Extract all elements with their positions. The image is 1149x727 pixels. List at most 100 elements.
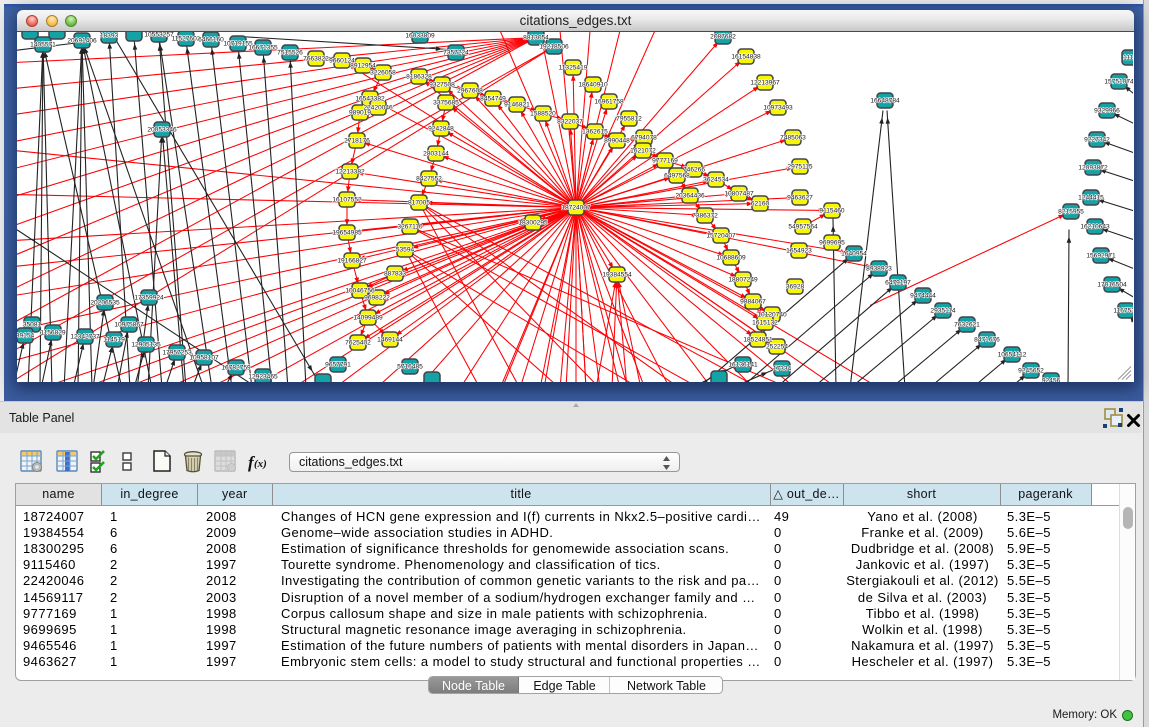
svg-text:2718176: 2718176 [344,138,370,145]
svg-text:7632621: 7632621 [954,322,980,329]
svg-text:1621072: 1621072 [630,148,656,155]
svg-text:9474444: 9474444 [910,293,936,300]
svg-text:18724007: 18724007 [561,205,591,212]
svg-text:9115460: 9115460 [819,208,845,215]
svg-text:16033809: 16033809 [405,33,435,40]
svg-text:1156829: 1156829 [40,330,66,337]
svg-text:15692971: 15692971 [1086,253,1116,260]
svg-text:6466160: 6466160 [198,37,224,44]
svg-text:9245652: 9245652 [1018,368,1044,375]
svg-text:8186328: 8186328 [406,74,432,81]
svg-text:92456: 92456 [1042,378,1061,382]
svg-text:1588520: 1588520 [530,111,556,118]
svg-text:18300295: 18300295 [518,220,548,227]
svg-text:8427552: 8427552 [416,176,442,183]
svg-text:746266: 746266 [683,167,705,174]
svg-text:3375685: 3375685 [433,100,459,107]
svg-text:6479197: 6479197 [885,280,911,287]
svg-text:7625402: 7625402 [345,340,371,347]
svg-text:16782759: 16782759 [221,365,251,372]
svg-text:9329966: 9329966 [1094,108,1120,115]
svg-text:8813054: 8813054 [523,35,549,42]
svg-text:7485063: 7485063 [780,135,806,142]
svg-text:3624534: 3624534 [703,177,729,184]
svg-text:9777169: 9777169 [652,158,678,165]
svg-text:887833: 887833 [384,271,406,278]
svg-text:9146821: 9146821 [504,102,530,109]
svg-text:17016504: 17016504 [1097,282,1127,289]
svg-text:1244415: 1244415 [1078,195,1104,202]
svg-text:1615132: 1615132 [752,320,778,327]
svg-text:17334: 17334 [773,366,792,373]
svg-text:1112: 1112 [1123,55,1133,62]
svg-text:6794078: 6794078 [631,135,657,142]
svg-text:22420046: 22420046 [363,105,393,112]
svg-text:5716485: 5716485 [397,364,423,371]
svg-text:3267110: 3267110 [397,224,423,231]
svg-text:19384554: 19384554 [602,272,632,279]
svg-text:16671355: 16671355 [248,45,278,52]
svg-text:8322037: 8322037 [557,119,583,126]
svg-text:14099489: 14099489 [353,315,383,322]
svg-text:10973493: 10973493 [763,105,793,112]
svg-text:18393: 18393 [100,33,119,40]
svg-text:2935114: 2935114 [930,308,956,315]
svg-text:7386372: 7386372 [692,213,718,220]
svg-text:1469144: 1469144 [377,337,403,344]
svg-text:16543382: 16543382 [355,96,385,103]
svg-text:12213382: 12213382 [335,169,365,176]
svg-text:9657791: 9657791 [325,362,351,369]
svg-text:7357224: 7357224 [443,50,469,57]
svg-text:9242848: 9242848 [428,126,454,133]
svg-text:18524851: 18524851 [743,337,773,344]
svg-text:12923465: 12923465 [248,374,278,381]
svg-text:16648784: 16648784 [870,98,900,105]
svg-text:15751074: 15751074 [1104,79,1133,86]
svg-text:1640954: 1640954 [841,251,867,258]
svg-text:18640910: 18640910 [578,82,608,89]
svg-text:17957253: 17957253 [162,350,192,357]
svg-text:9327508: 9327508 [429,82,455,89]
svg-text:12093872: 12093872 [1078,165,1108,172]
svg-text:20206535: 20206535 [90,300,120,307]
svg-text:16210643: 16210643 [1080,224,1110,231]
svg-text:7515526: 7515526 [277,50,303,57]
svg-text:9699695: 9699695 [819,240,845,247]
svg-text:62160: 62160 [751,201,770,208]
svg-text:8938923: 8938923 [866,266,892,273]
svg-text:8471676: 8471676 [974,337,1000,344]
svg-text:817005: 817005 [408,200,430,207]
svg-text:11527602: 11527602 [172,36,201,43]
svg-text:11325419: 11325419 [559,65,588,72]
svg-text:19654985: 19654985 [332,230,362,237]
svg-text:10654112: 10654112 [998,352,1027,359]
svg-text:2975115: 2975115 [787,164,813,171]
svg-text:16961758: 16961758 [594,99,624,106]
svg-text:10553257: 10553257 [144,32,174,39]
svg-text:54957564: 54957564 [788,224,818,231]
svg-text:16154838: 16154838 [731,54,761,61]
svg-text:9227342: 9227342 [1084,137,1110,144]
svg-text:8912954: 8912954 [350,63,376,70]
svg-text:36928: 36928 [786,284,805,291]
svg-text:16136141: 16136141 [728,362,758,369]
svg-text:20691406: 20691406 [67,38,97,45]
svg-text:18807249: 18807249 [728,277,758,284]
svg-text:10046756: 10046756 [345,288,375,295]
svg-text:10975867: 10975867 [114,322,144,329]
svg-text:53594: 53594 [396,247,415,254]
svg-text:8990448: 8990448 [604,138,630,145]
svg-text:12213967: 12213967 [750,80,780,87]
svg-text:17359924: 17359924 [134,295,164,302]
svg-text:2967608: 2967608 [457,88,483,95]
svg-text:9463627: 9463627 [787,195,813,202]
svg-text:19218506: 19218506 [539,44,569,51]
svg-text:9698222: 9698222 [364,295,390,302]
svg-text:20364436: 20364436 [675,193,705,200]
svg-text:1362615: 1362615 [582,129,608,136]
svg-text:9884067: 9884067 [740,299,766,306]
svg-text:10688609: 10688609 [716,255,746,262]
svg-text:3226058: 3226058 [370,70,396,77]
svg-text:12905135: 12905135 [131,342,161,349]
svg-text:10958107: 10958107 [189,355,219,362]
